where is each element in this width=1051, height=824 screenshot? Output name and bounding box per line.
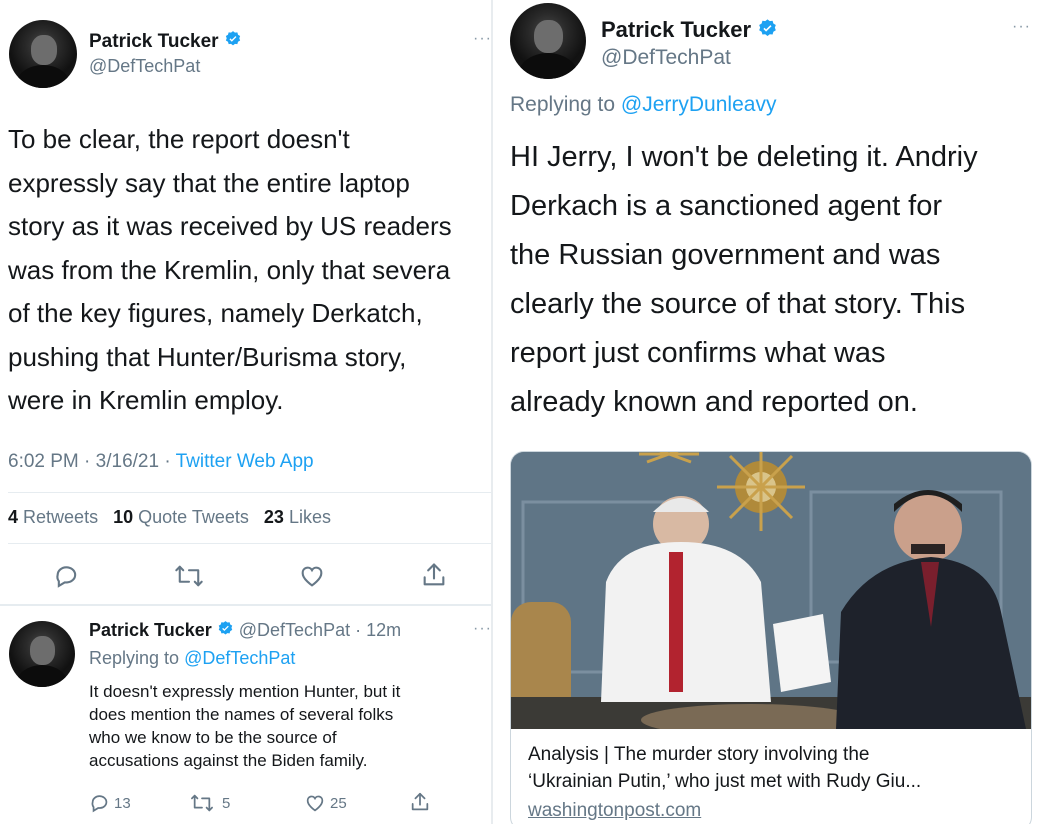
divider [8, 492, 493, 493]
reply-age[interactable]: 12m [366, 620, 401, 640]
retweets-count: 4 [8, 507, 19, 527]
likes-label: Likes [288, 507, 331, 527]
tweet-text-line: story as it was received by US readers [8, 211, 452, 241]
reply-count: 13 [114, 795, 131, 812]
tweet-stats: 4 Retweets 10 Quote Tweets 23 Likes [8, 507, 331, 528]
tweet-text-line: the Russian government and was [510, 239, 941, 271]
reply-text-line: does mention the names of several folks [89, 705, 394, 724]
reply-text-line: It doesn't expressly mention Hunter, but… [89, 682, 401, 701]
link-card-title-line: Analysis | The murder story involving th… [528, 744, 870, 765]
tweet-text-line: clearly the source of that story. This [510, 288, 966, 320]
right-screenshot: Patrick Tucker @DefTechPat ··· Replying … [493, 0, 1051, 824]
more-icon[interactable]: ··· [1012, 18, 1031, 36]
replying-to-label: Replying to [510, 93, 616, 116]
link-card-image [511, 452, 1031, 729]
reply-icon[interactable] [53, 562, 81, 590]
tweet-time[interactable]: 6:02 PM [8, 451, 79, 472]
reply-author-handle[interactable]: @DefTechPat [239, 620, 350, 640]
quotes-label: Quote Tweets [138, 507, 249, 527]
like-icon[interactable] [304, 792, 326, 814]
reply-text: It doesn't expressly mention Hunter, but… [89, 680, 400, 772]
reply-text-line: who we know to be the source of [89, 728, 337, 747]
author-handle[interactable]: @DefTechPat [89, 56, 200, 77]
replying-to-link[interactable]: @JerryDunleavy [621, 93, 777, 116]
tweet-date[interactable]: 3/16/21 [96, 451, 159, 472]
verified-badge-icon [757, 18, 778, 45]
left-screenshot: Patrick Tucker @DefTechPat ··· To be cle… [0, 0, 493, 824]
replying-to-link[interactable]: @DefTechPat [184, 648, 295, 668]
like-count: 25 [330, 795, 347, 812]
replying-to-line: Replying to @DefTechPat [89, 648, 295, 669]
tweet-text: To be clear, the report doesn't expressl… [8, 118, 452, 423]
more-icon[interactable]: ··· [473, 620, 492, 638]
avatar[interactable] [9, 20, 77, 88]
verified-badge-icon [224, 30, 242, 54]
author-name-text[interactable]: Patrick Tucker [601, 17, 751, 42]
retweets-label: Retweets [23, 507, 99, 527]
author-name[interactable]: Patrick Tucker [89, 30, 242, 54]
tweet-text: HI Jerry, I won't be deleting it. Andriy… [510, 133, 978, 427]
reply-icon[interactable] [89, 792, 111, 814]
avatar[interactable] [9, 621, 75, 687]
author-name-text[interactable]: Patrick Tucker [89, 31, 219, 52]
retweet-icon[interactable] [174, 562, 204, 590]
quotes-count: 10 [113, 507, 134, 527]
divider [8, 543, 493, 544]
likes-count: 23 [263, 507, 284, 527]
reply-author-line: Patrick Tucker @DefTechPat · 12m [89, 620, 401, 642]
share-icon[interactable] [409, 791, 431, 813]
tweet-text-line: of the key figures, namely Derkatch, [8, 298, 423, 328]
author-handle[interactable]: @DefTechPat [601, 46, 731, 70]
retweets-stat[interactable]: 4 Retweets [8, 507, 98, 527]
verified-badge-icon [217, 620, 234, 642]
tweet-text-line: To be clear, the report doesn't [8, 124, 350, 154]
tweet-source-link[interactable]: Twitter Web App [176, 451, 314, 472]
quotes-stat[interactable]: 10 Quote Tweets [113, 507, 249, 527]
share-icon[interactable] [420, 561, 448, 589]
replying-to-label: Replying to [89, 648, 180, 668]
retweet-icon[interactable] [190, 792, 214, 814]
likes-stat[interactable]: 23 Likes [264, 507, 331, 527]
tweet-text-line: expressly say that the entire laptop [8, 167, 410, 198]
link-card-domain: washingtonpost.com [528, 800, 702, 821]
retweet-count: 5 [222, 795, 231, 812]
author-name[interactable]: Patrick Tucker [601, 17, 778, 45]
replying-to-line: Replying to @JerryDunleavy [510, 93, 776, 117]
tweet-text-line: pushing that Hunter/Burisma story, [8, 341, 407, 372]
like-icon[interactable] [298, 562, 326, 590]
link-card-title-line: ‘Ukrainian Putin,’ who just met with Rud… [528, 771, 922, 792]
tweet-meta: 6:02 PM · 3/16/21 · Twitter Web App [8, 451, 314, 473]
meta-separator: · [350, 620, 367, 640]
tweet-text-line: were in Kremlin employ. [8, 385, 284, 415]
tweet-text-line: Derkach is a sanctioned agent for [510, 190, 943, 222]
meta-separator: · [84, 451, 96, 472]
tweet-text-line: report just confirms what was [510, 337, 886, 369]
divider [0, 604, 493, 606]
tweet-text-line: already known and reported on. [510, 386, 918, 418]
tweet-text-line: was from the Kremlin, only that severa [8, 254, 451, 285]
reply-text-line: accusations against the Biden family. [89, 751, 368, 770]
meta-separator: · [164, 451, 176, 472]
more-icon[interactable]: ··· [473, 30, 492, 48]
link-card[interactable]: Analysis | The murder story involving th… [510, 451, 1032, 824]
avatar[interactable] [510, 3, 586, 79]
tweet-text-line: HI Jerry, I won't be deleting it. Andriy [510, 141, 978, 173]
reply-author-name[interactable]: Patrick Tucker [89, 620, 212, 640]
